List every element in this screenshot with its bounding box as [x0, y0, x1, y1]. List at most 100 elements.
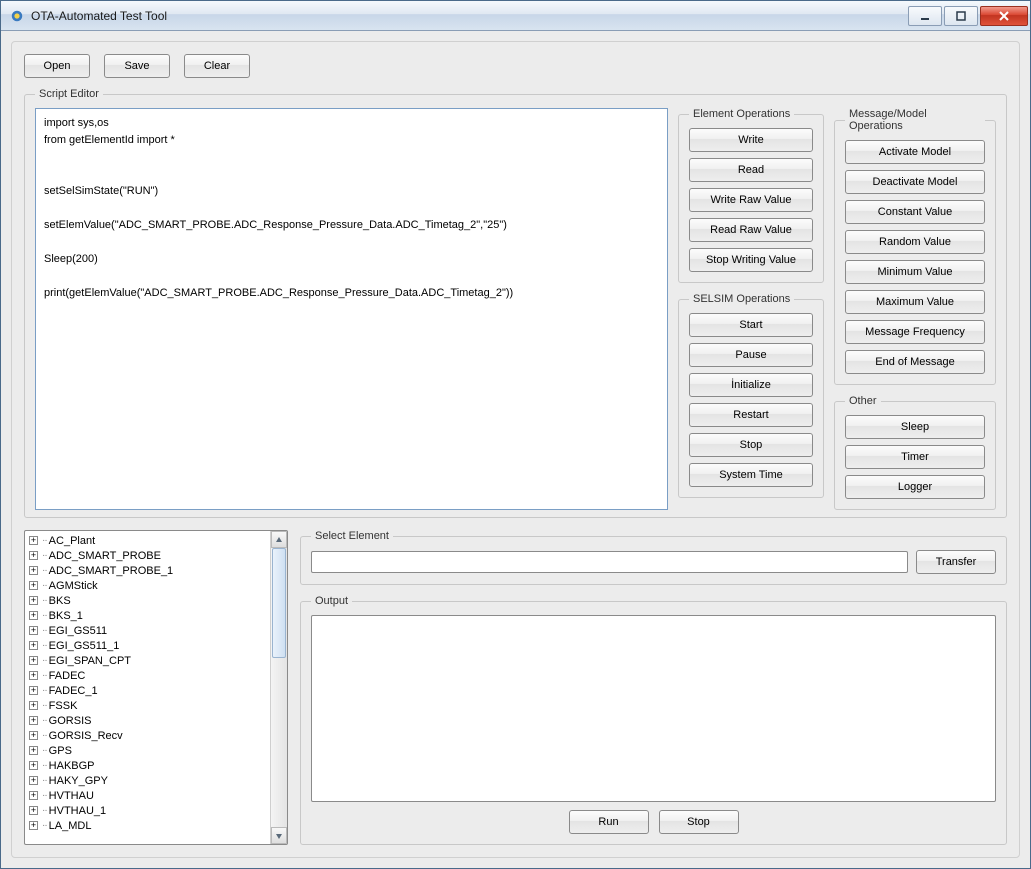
tree-list[interactable]: +··AC_Plant+··ADC_SMART_PROBE+··ADC_SMAR… — [25, 531, 270, 844]
tree-expand-icon[interactable]: + — [29, 791, 38, 800]
tree-item[interactable]: +··BKS_1 — [25, 608, 270, 623]
tree-item-label: LA_MDL — [49, 820, 92, 832]
read-button[interactable]: Read — [689, 158, 813, 182]
tree-expand-icon[interactable]: + — [29, 551, 38, 560]
read-raw-value-button[interactable]: Read Raw Value — [689, 218, 813, 242]
output-textarea[interactable] — [311, 615, 996, 802]
minimize-button[interactable] — [908, 6, 942, 26]
script-editor-textarea[interactable]: import sys,os from getElementId import *… — [35, 108, 668, 510]
tree-item[interactable]: +··AGMStick — [25, 578, 270, 593]
tree-expand-icon[interactable]: + — [29, 536, 38, 545]
tree-expand-icon[interactable]: + — [29, 806, 38, 815]
tree-connector: ·· — [42, 535, 47, 546]
tree-connector: ·· — [42, 565, 47, 576]
tree-item[interactable]: +··EGI_GS511 — [25, 623, 270, 638]
tree-item[interactable]: +··EGI_SPAN_CPT — [25, 653, 270, 668]
maximize-button[interactable] — [944, 6, 978, 26]
tree-expand-icon[interactable]: + — [29, 821, 38, 830]
message-frequency-button[interactable]: Message Frequency — [845, 320, 985, 344]
tree-item[interactable]: + ··AC_Plant — [25, 533, 270, 548]
pause-button[interactable]: Pause — [689, 343, 813, 367]
stop-writing-value-button[interactable]: Stop Writing Value — [689, 248, 813, 272]
tree-expand-icon[interactable]: + — [29, 626, 38, 635]
transfer-button[interactable]: Transfer — [916, 550, 996, 574]
tree-connector: ·· — [42, 730, 47, 741]
tree-expand-icon[interactable]: + — [29, 686, 38, 695]
scroll-track[interactable] — [271, 548, 287, 827]
tree-expand-icon[interactable]: + — [29, 701, 38, 710]
tree-expand-icon[interactable]: + — [29, 656, 38, 665]
tree-expand-icon[interactable]: + — [29, 761, 38, 770]
write-button[interactable]: Write — [689, 128, 813, 152]
tree-connector: ·· — [42, 640, 47, 651]
tree-expand-icon[interactable]: + — [29, 746, 38, 755]
tree-item[interactable]: +··FADEC_1 — [25, 683, 270, 698]
window-title: OTA-Automated Test Tool — [31, 9, 908, 23]
start-button[interactable]: Start — [689, 313, 813, 337]
tree-item[interactable]: +··FADEC — [25, 668, 270, 683]
run-button[interactable]: Run — [569, 810, 649, 834]
tree-item[interactable]: +··GPS — [25, 743, 270, 758]
tree-expand-icon[interactable]: + — [29, 776, 38, 785]
select-element-input[interactable] — [311, 551, 908, 573]
message-ops-legend: Message/Model Operations — [845, 108, 985, 132]
random-value-button[interactable]: Random Value — [845, 230, 985, 254]
tree-item[interactable]: +··ADC_SMART_PROBE — [25, 548, 270, 563]
tree-item[interactable]: +··HAKBGP — [25, 758, 270, 773]
open-button[interactable]: Open — [24, 54, 90, 78]
tree-expand-icon[interactable]: + — [29, 716, 38, 725]
tree-expand-icon[interactable]: + — [29, 596, 38, 605]
clear-button[interactable]: Clear — [184, 54, 250, 78]
tree-item[interactable]: +··HVTHAU_1 — [25, 803, 270, 818]
output-group: Output Run Stop — [300, 595, 1007, 845]
bottom-right-column: Select Element Transfer Output Run Stop — [300, 530, 1007, 845]
close-button[interactable] — [980, 6, 1028, 26]
maximum-value-button[interactable]: Maximum Value — [845, 290, 985, 314]
output-stop-button[interactable]: Stop — [659, 810, 739, 834]
tree-item[interactable]: +··ADC_SMART_PROBE_1 — [25, 563, 270, 578]
element-tree: +··AC_Plant+··ADC_SMART_PROBE+··ADC_SMAR… — [24, 530, 288, 845]
tree-connector: ·· — [42, 745, 47, 756]
minimum-value-button[interactable]: Minimum Value — [845, 260, 985, 284]
end-of-message-button[interactable]: End of Message — [845, 350, 985, 374]
timer-button[interactable]: Timer — [845, 445, 985, 469]
tree-item[interactable]: +··HVTHAU — [25, 788, 270, 803]
tree-item[interactable]: +··GORSIS — [25, 713, 270, 728]
tree-scrollbar[interactable] — [270, 531, 287, 844]
write-raw-value-button[interactable]: Write Raw Value — [689, 188, 813, 212]
tree-item-label: FADEC_1 — [49, 685, 98, 697]
message-model-operations-group: Message/Model Operations Activate Model … — [834, 108, 996, 385]
tree-expand-icon[interactable]: + — [29, 581, 38, 590]
tree-item[interactable]: +··GORSIS_Recv — [25, 728, 270, 743]
initialize-button[interactable]: İnitialize — [689, 373, 813, 397]
output-legend: Output — [311, 595, 352, 607]
tree-item[interactable]: +··LA_MDL — [25, 818, 270, 833]
stop-button[interactable]: Stop — [689, 433, 813, 457]
select-element-legend: Select Element — [311, 530, 393, 542]
restart-button[interactable]: Restart — [689, 403, 813, 427]
tree-expand-icon[interactable]: + — [29, 731, 38, 740]
tree-expand-icon[interactable]: + — [29, 566, 38, 575]
save-button[interactable]: Save — [104, 54, 170, 78]
content-area: Open Save Clear Script Editor import sys… — [1, 31, 1030, 868]
scroll-thumb[interactable] — [272, 548, 286, 658]
logger-button[interactable]: Logger — [845, 475, 985, 499]
sleep-button[interactable]: Sleep — [845, 415, 985, 439]
tree-item-label: AC_Plant — [49, 535, 95, 547]
tree-connector: ·· — [42, 610, 47, 621]
constant-value-button[interactable]: Constant Value — [845, 200, 985, 224]
tree-expand-icon[interactable]: + — [29, 671, 38, 680]
activate-model-button[interactable]: Activate Model — [845, 140, 985, 164]
tree-item[interactable]: +··EGI_GS511_1 — [25, 638, 270, 653]
tree-item[interactable]: +··HAKY_GPY — [25, 773, 270, 788]
scroll-up-button[interactable] — [271, 531, 287, 548]
titlebar[interactable]: OTA-Automated Test Tool — [1, 1, 1030, 31]
system-time-button[interactable]: System Time — [689, 463, 813, 487]
ops-column-left: Element Operations Write Read Write Raw … — [678, 108, 824, 510]
tree-expand-icon[interactable]: + — [29, 641, 38, 650]
tree-item[interactable]: +··FSSK — [25, 698, 270, 713]
tree-item[interactable]: +··BKS — [25, 593, 270, 608]
deactivate-model-button[interactable]: Deactivate Model — [845, 170, 985, 194]
scroll-down-button[interactable] — [271, 827, 287, 844]
tree-expand-icon[interactable]: + — [29, 611, 38, 620]
